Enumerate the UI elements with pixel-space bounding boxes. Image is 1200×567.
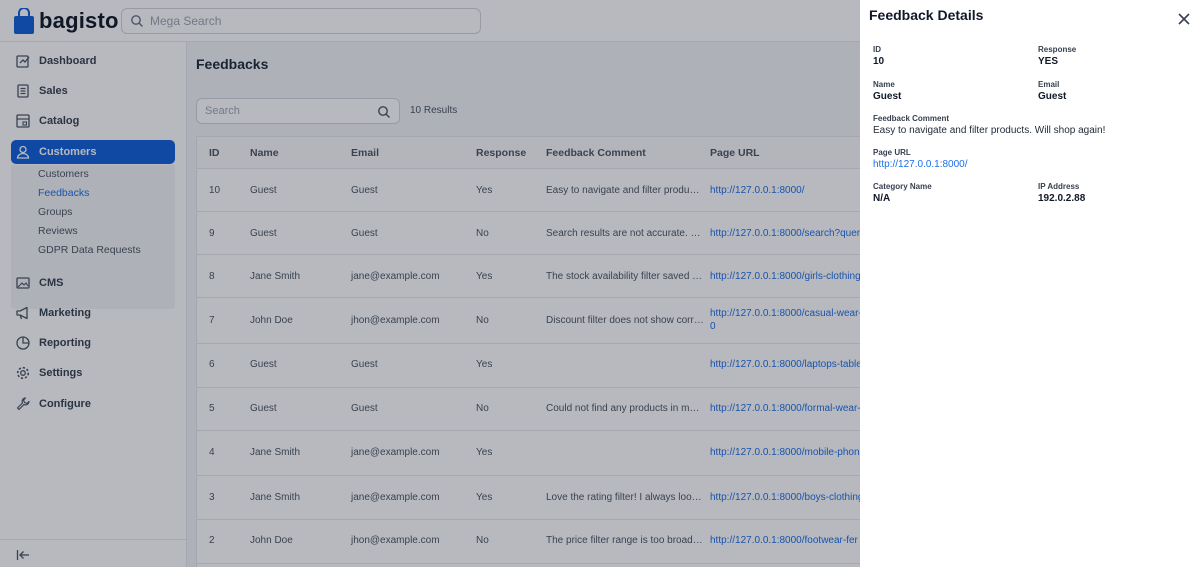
response-value: YES <box>1038 56 1059 67</box>
email-label: Email <box>1038 80 1060 89</box>
close-icon[interactable] <box>1176 11 1192 27</box>
response-label: Response <box>1038 45 1077 54</box>
feedback-details-drawer: Feedback Details ID 10 Response YES Name… <box>860 0 1200 567</box>
ip-address-value: 192.0.2.88 <box>1038 193 1086 204</box>
modal-backdrop[interactable] <box>0 0 860 567</box>
category-name-label: Category Name <box>873 182 932 191</box>
ip-address-label: IP Address <box>1038 182 1080 191</box>
page-url-link[interactable]: http://127.0.0.1:8000/ <box>873 159 968 170</box>
feedback-comment-label: Feedback Comment <box>873 114 950 123</box>
name-label: Name <box>873 80 895 89</box>
category-name-value: N/A <box>873 193 891 204</box>
page-url-label: Page URL <box>873 148 911 157</box>
drawer-title: Feedback Details <box>869 7 984 23</box>
email-value: Guest <box>1038 91 1067 102</box>
feedback-comment-value: Easy to navigate and filter products. Wi… <box>873 125 1106 136</box>
id-label: ID <box>873 45 881 54</box>
name-value: Guest <box>873 91 902 102</box>
id-value: 10 <box>873 56 885 67</box>
